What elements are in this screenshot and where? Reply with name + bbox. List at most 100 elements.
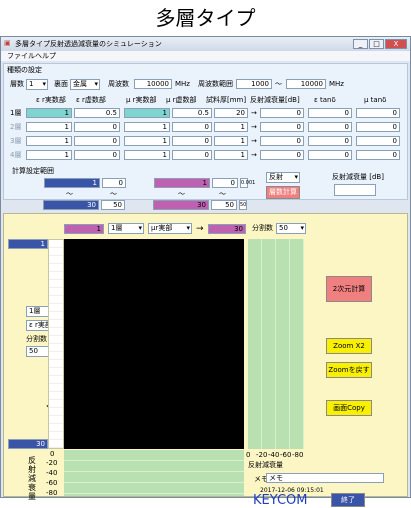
bottom-tick-3: -60 [280, 451, 292, 459]
memo-input[interactable]: メモ [266, 473, 384, 483]
bottom-axis-label: 反射減衰量 [248, 461, 283, 469]
ur-imag-3[interactable]: 0 [172, 136, 212, 146]
hdr-u-tan: μ tanδ [364, 96, 387, 104]
page-heading: 多層タイプ [155, 6, 256, 30]
thickness-3[interactable]: 1 [214, 136, 248, 146]
u-tan-3: 0 [356, 136, 400, 146]
range-ur-real-min[interactable]: 1 [154, 178, 210, 188]
range-ur-imag-max[interactable]: 50 [211, 200, 237, 210]
close-button[interactable]: X [385, 39, 407, 49]
reflection-3: 0 [260, 136, 304, 146]
row-arrow-2: → [251, 123, 257, 131]
u-tan-2: 0 [356, 122, 400, 132]
bottom-reflection-plot [64, 450, 244, 496]
range-er-real-min[interactable]: 1 [44, 178, 100, 188]
left-tick-3: -60 [46, 479, 58, 487]
ur-imag-1[interactable]: 0.5 [172, 108, 212, 118]
freq-label: 周波数 [108, 80, 129, 88]
tilde-2: 〜 [110, 190, 117, 198]
er-real-4[interactable]: 1 [26, 150, 72, 160]
thickness-4[interactable]: 1 [214, 150, 248, 160]
hdr-er-real: ε r実数部 [36, 96, 66, 104]
thickness-1[interactable]: 20 [214, 108, 248, 118]
copy-screen-button[interactable]: 画面Copy [326, 400, 372, 416]
plot-top-right: 30 [208, 224, 246, 234]
range-thickness-min[interactable]: 0.001 [240, 178, 255, 188]
er-real-1[interactable]: 1 [26, 108, 72, 118]
minimize-button[interactable]: _ [353, 39, 368, 49]
surface-select[interactable]: 金属 [70, 79, 100, 90]
range-from-input[interactable]: 1000 [236, 79, 272, 89]
reflection-4: 0 [260, 150, 304, 160]
range-ur-real-max[interactable]: 30 [153, 200, 209, 210]
e-tan-3: 0 [308, 136, 352, 146]
div-select-top[interactable]: 50 [276, 223, 306, 234]
menu-file[interactable]: ファイル [7, 53, 35, 60]
bottom-tick-1: -20 [256, 451, 268, 459]
row-arrow-4: → [251, 151, 257, 159]
ur-imag-4[interactable]: 0 [172, 150, 212, 160]
range-ur-imag-min[interactable]: 0 [212, 178, 238, 188]
plot-layer-select[interactable]: 1層 [108, 223, 144, 234]
layers-label: 層数 [10, 80, 24, 88]
left-axis-label: 反射減衰量 [28, 456, 36, 501]
er-imag-3[interactable]: 0 [74, 136, 120, 146]
range-er-imag-min[interactable]: 0 [102, 178, 126, 188]
range-sep: 〜 [275, 80, 282, 88]
er-real-2[interactable]: 1 [26, 122, 72, 132]
layer-calc-button[interactable]: 層数計算 [266, 186, 300, 199]
range-to-input[interactable]: 10000 [286, 79, 326, 89]
result-field [334, 184, 376, 196]
row-label-2: 2層 [10, 123, 22, 131]
row-arrow-3: → [251, 137, 257, 145]
layers-select[interactable]: 1 [26, 79, 48, 90]
hdr-thickness: 試料厚[mm] [206, 96, 247, 104]
range-er-real-max[interactable]: 30 [43, 200, 99, 210]
ur-real-4[interactable]: 1 [124, 150, 170, 160]
er-imag-1[interactable]: 0.5 [74, 108, 120, 118]
hdr-er-imag: ε r虚数部 [76, 96, 106, 104]
left-tick-0: 0 [50, 450, 55, 458]
thickness-2[interactable]: 1 [214, 122, 248, 132]
ur-real-3[interactable]: 1 [124, 136, 170, 146]
plot-param-select[interactable]: μr実部 [148, 223, 192, 234]
reflection-1: 0 [260, 108, 304, 118]
ur-imag-2[interactable]: 0 [172, 122, 212, 132]
freq-input[interactable]: 10000 [134, 79, 172, 89]
left-colorbar [48, 239, 64, 449]
mode-select[interactable]: 反射 ▾ [266, 172, 300, 183]
u-tan-4: 0 [356, 150, 400, 160]
maximize-button[interactable]: □ [369, 39, 384, 49]
exit-button[interactable]: 終了 [331, 493, 365, 507]
app-icon: ▣ [4, 39, 11, 47]
freq-unit: MHz [175, 80, 190, 88]
plot-top-left: 1 [64, 224, 104, 234]
tilde-1: 〜 [66, 190, 73, 198]
surface-label: 裏面 [54, 80, 68, 88]
calc-2d-button[interactable]: 2次元計算 [326, 276, 372, 302]
window-title: 多層タイプ反射透過減衰量のシミュレーション [15, 40, 162, 48]
menu-bar: ファイル ヘルプ [1, 51, 410, 61]
hdr-e-tan: ε tanδ [314, 96, 336, 104]
row-label-3: 3層 [10, 137, 22, 145]
left-tick-2: -40 [46, 469, 58, 477]
ur-real-2[interactable]: 1 [124, 122, 170, 132]
left-tick-4: -80 [46, 489, 58, 497]
menu-help[interactable]: ヘルプ [35, 53, 56, 60]
title-bar: ▣ 多層タイプ反射透過減衰量のシミュレーション _ □ X [1, 37, 410, 51]
bottom-tick-0: 0 [246, 451, 251, 459]
er-imag-4[interactable]: 0 [74, 150, 120, 160]
bottom-tick-4: -80 [292, 451, 304, 459]
unzoom-button[interactable]: Zoomを戻す [326, 362, 372, 378]
er-real-3[interactable]: 1 [26, 136, 72, 146]
er-imag-2[interactable]: 0 [74, 122, 120, 132]
u-tan-1: 0 [356, 108, 400, 118]
range-thickness-max[interactable]: 50 [239, 200, 247, 210]
plot-canvas[interactable] [64, 239, 244, 449]
hdr-ur-real: μ r実数部 [126, 96, 157, 104]
calc-range-label: 計算設定範囲 [12, 167, 54, 175]
zoom-button[interactable]: Zoom X2 [326, 338, 372, 354]
ur-real-1[interactable]: 1 [124, 108, 170, 118]
plot-panel: 1 1層 μr実部 → 30 分割数 50 1 1層 ε r実部 分割数 50 … [3, 213, 408, 501]
range-er-imag-max[interactable]: 50 [101, 200, 125, 210]
